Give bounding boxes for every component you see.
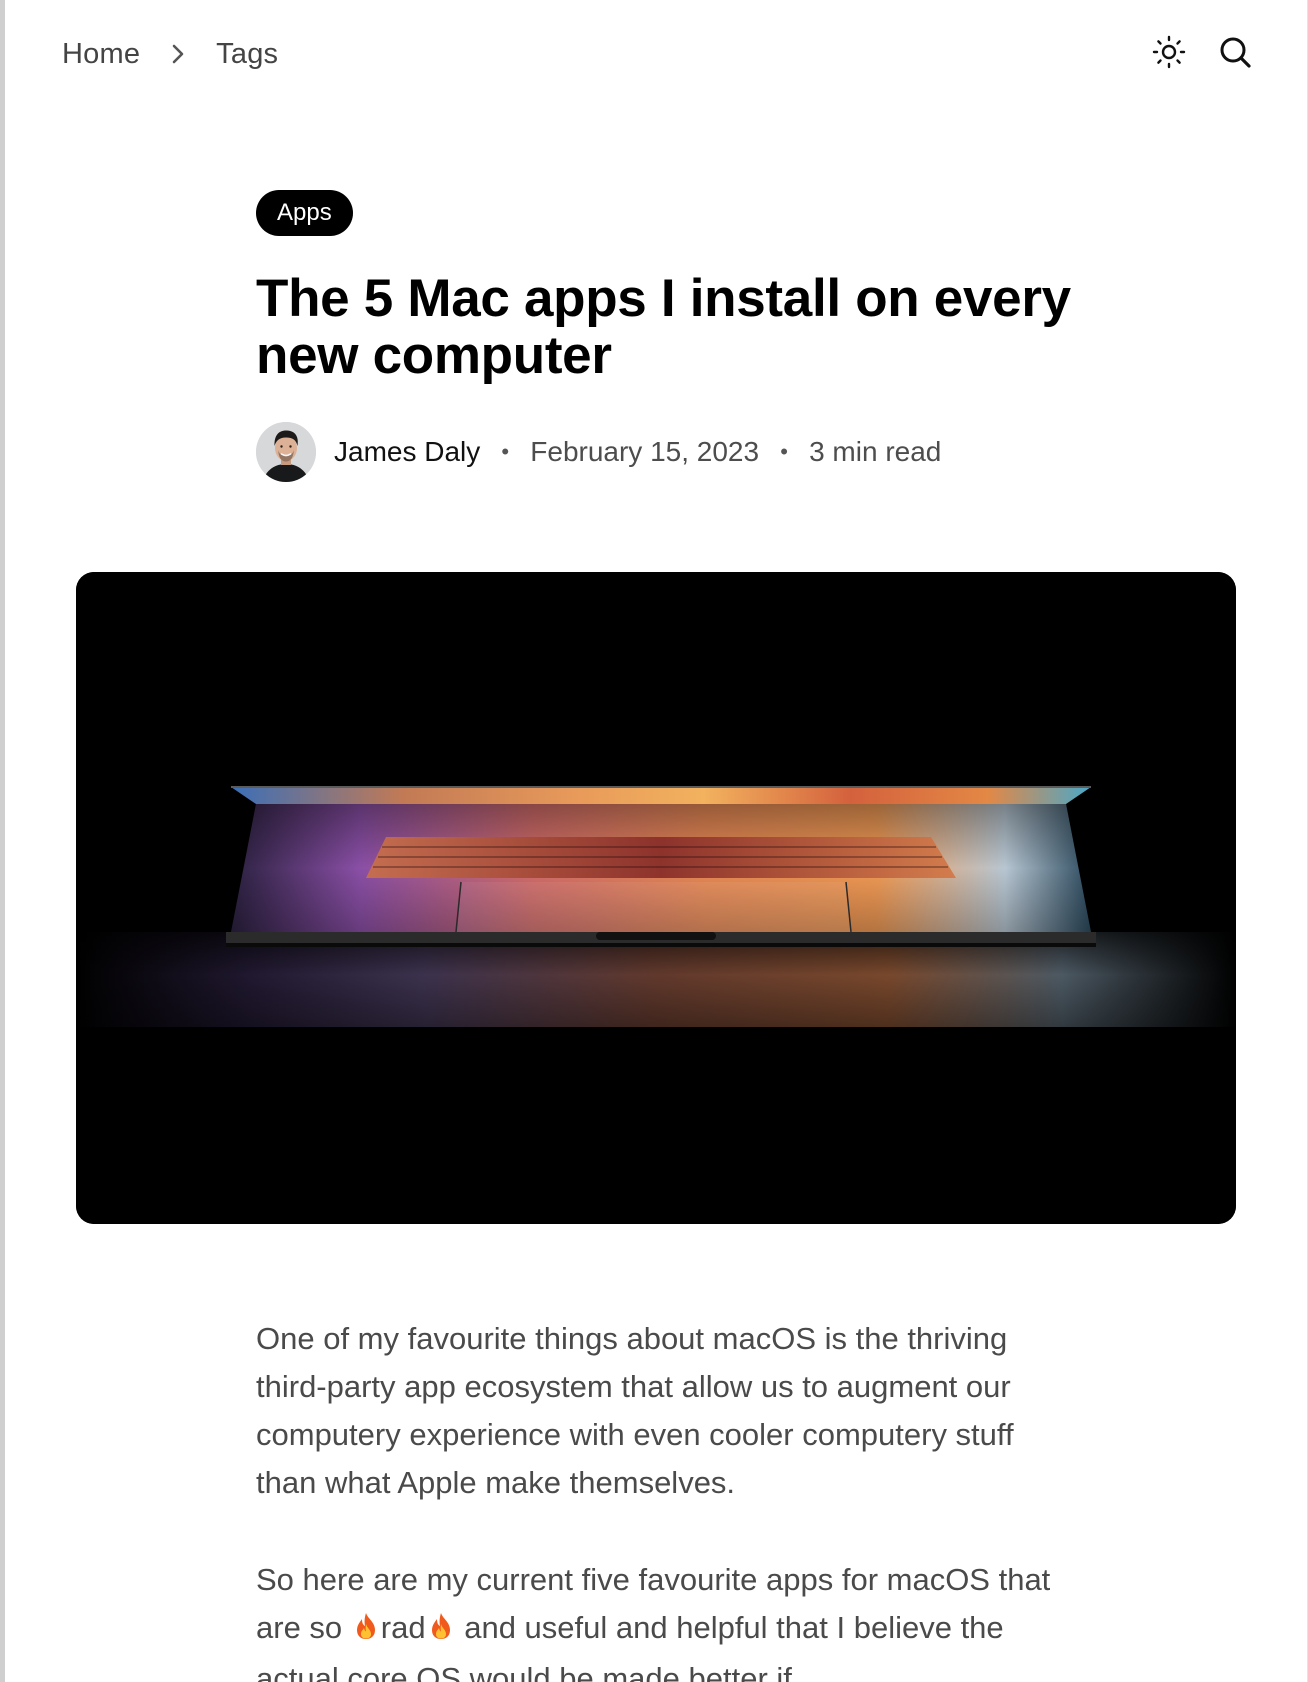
blog-page: Home Tags Apps The 5 Mac apps I install … (5, 0, 1307, 1682)
avatar[interactable] (256, 422, 316, 482)
article-paragraph: So here are my current five favourite ap… (256, 1556, 1056, 1682)
breadcrumb: Home Tags (62, 36, 278, 72)
read-time: 3 min read (809, 436, 942, 467)
theme-toggle-button[interactable] (1151, 35, 1187, 74)
search-button[interactable] (1217, 36, 1253, 72)
article-meta: James Daly • February 15, 2023 • 3 min r… (256, 421, 941, 483)
publish-date: February 15, 2023 (530, 436, 760, 467)
sun-icon (1152, 35, 1186, 74)
search-icon (1218, 35, 1252, 74)
fire-emoji-icon (353, 1607, 379, 1655)
article-title: The 5 Mac apps I install on every new co… (256, 269, 1071, 385)
meta-separator: • (780, 439, 788, 464)
article-body: One of my favourite things about macOS i… (256, 1315, 1056, 1682)
meta-separator: • (501, 439, 510, 464)
chevron-right-icon (140, 36, 216, 72)
breadcrumb-home-link[interactable]: Home (62, 38, 140, 71)
author-name[interactable]: James Daly (334, 436, 480, 468)
tag-badge[interactable]: Apps (256, 190, 353, 236)
article-paragraph: One of my favourite things about macOS i… (256, 1321, 1014, 1500)
paragraph-text: rad (380, 1610, 426, 1645)
hero-image (76, 572, 1236, 1224)
top-navigation: Home Tags (5, 0, 1307, 110)
fire-emoji-icon (428, 1607, 454, 1655)
breadcrumb-tags-link[interactable]: Tags (216, 38, 278, 71)
